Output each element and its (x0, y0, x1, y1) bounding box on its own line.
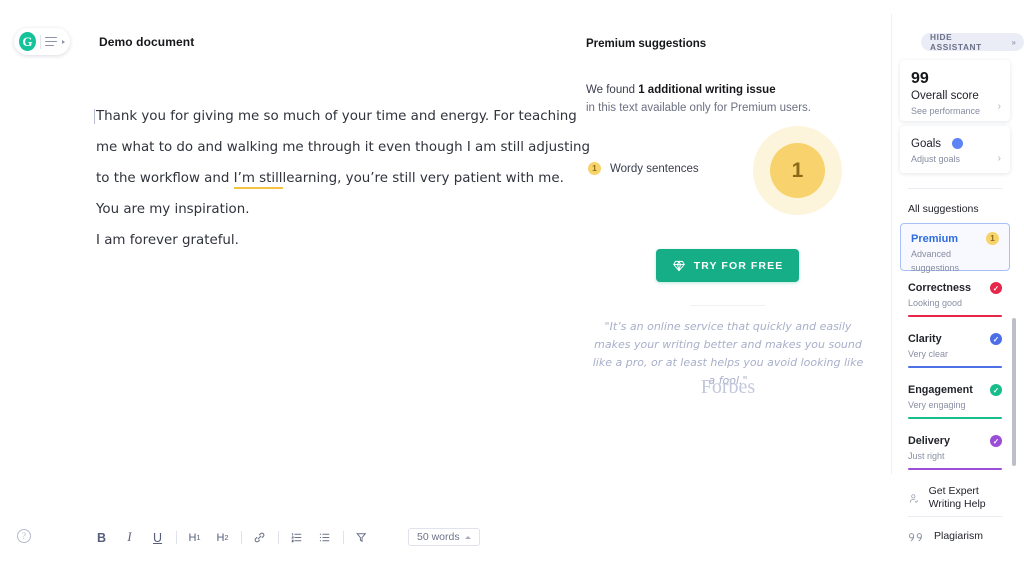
doc-line-2: me what to do and walking me through it … (96, 140, 591, 155)
sidebar-service-divider (908, 516, 1002, 517)
grammarly-editor-window: G Demo document Thank you for giving me … (0, 0, 1024, 574)
chevron-double-right-icon: » (1011, 37, 1017, 47)
category-status: Very engaging (908, 400, 966, 410)
category-bar (908, 468, 1002, 470)
expert-person-icon (909, 493, 919, 503)
clear-formatting-icon[interactable] (352, 528, 371, 547)
page-title: Demo document (99, 35, 195, 49)
expert-help-label: Get Expert Writing Help (928, 485, 986, 510)
sidebar-item-plagiarism[interactable]: Plagiarism (908, 528, 1004, 545)
sidebar-divider (891, 14, 892, 474)
sidebar-item-clarity[interactable]: Clarity Very clear ✓ (908, 332, 1002, 368)
premium-suggestions-panel: Premium suggestions We found 1 additiona… (586, 38, 876, 117)
underline-button[interactable]: U (148, 528, 167, 547)
doc-line-4: You are my inspiration. (96, 202, 250, 217)
issue-count-badge: 1 (588, 162, 601, 175)
overall-score-label: Overall score (911, 90, 979, 102)
adjust-goals-link[interactable]: Adjust goals (911, 152, 999, 166)
category-name: Correctness (908, 282, 972, 294)
issue-label: Wordy sentences (610, 162, 699, 175)
check-icon: ✓ (990, 333, 1002, 345)
bullet-list-icon[interactable] (315, 528, 334, 547)
sidebar-item-correctness[interactable]: Correctness Looking good ✓ (908, 281, 1002, 317)
app-logo-menu-pill[interactable]: G (14, 28, 70, 55)
check-icon: ✓ (990, 282, 1002, 294)
hide-assistant-button[interactable]: HIDE ASSISTANT » (921, 32, 1024, 52)
all-suggestions-heading: All suggestions (908, 203, 979, 215)
goals-card[interactable]: Goals Adjust goals › (900, 126, 1010, 173)
pill-divider (39, 34, 41, 49)
link-icon[interactable] (250, 528, 269, 547)
category-status: Just right (908, 451, 945, 461)
document-text-area[interactable]: Thank you for giving me so much of your … (94, 101, 591, 256)
premium-count-circle: 1 (770, 143, 825, 198)
try-for-free-button[interactable]: TRY FOR FREE (656, 249, 799, 282)
goals-indicator-dot (952, 138, 963, 149)
category-status: Very clear (908, 349, 949, 359)
grammarly-logo-icon[interactable]: G (19, 32, 36, 51)
category-name: Clarity (908, 333, 942, 345)
ordered-list-icon[interactable] (287, 528, 306, 547)
sidebar-section-divider (908, 188, 1002, 189)
plagiarism-label: Plagiarism (934, 530, 984, 542)
premium-found-subtext: in this text available only for Premium … (586, 102, 811, 114)
toolbar-divider-3 (278, 531, 279, 544)
doc-line-5: I am forever grateful. (96, 233, 239, 248)
word-count-control[interactable]: 50 words (408, 528, 480, 546)
doc-line-3: to the workflow and I’m stilllearning, y… (96, 163, 564, 194)
toolbar-divider-1 (176, 531, 177, 544)
suggestion-highlight[interactable]: I’m still (233, 171, 283, 189)
sidebar-scrollbar[interactable] (1012, 318, 1016, 466)
category-name: Delivery (908, 435, 951, 447)
chevron-right-icon: › (997, 101, 1001, 112)
try-for-free-label: TRY FOR FREE (693, 259, 784, 272)
chevron-right-icon: › (997, 153, 1001, 164)
quotation-marks-icon (908, 533, 922, 542)
italic-button[interactable]: I (120, 528, 139, 547)
toolbar-divider-2 (241, 531, 242, 544)
check-icon: ✓ (990, 384, 1002, 396)
premium-card-badge: 1 (986, 232, 999, 245)
sidebar-item-premium[interactable]: Premium Advanced suggestions 1 (900, 223, 1010, 273)
toolbar-divider-4 (343, 531, 344, 544)
premium-issue-row[interactable]: 1 Wordy sentences (588, 162, 699, 175)
formatting-toolbar: B I U H1 H2 (92, 528, 380, 547)
category-bar (908, 417, 1002, 419)
diamond-icon (672, 260, 685, 271)
overall-score-value: 99 (911, 70, 929, 87)
bold-button[interactable]: B (92, 528, 111, 547)
check-icon: ✓ (990, 435, 1002, 447)
chevron-right-icon[interactable] (62, 39, 65, 44)
word-count-label: 50 words (417, 531, 460, 543)
heading2-button[interactable]: H2 (213, 528, 232, 547)
premium-count-halo: 1 (753, 126, 842, 215)
premium-panel-title: Premium suggestions (586, 38, 707, 50)
premium-found-text: We found 1 additional writing issue in t… (586, 81, 876, 117)
category-bar (908, 315, 1002, 317)
sidebar-item-expert-help[interactable]: Get Expert Writing Help (908, 485, 1004, 511)
category-name: Engagement (908, 384, 973, 396)
sidebar-item-delivery[interactable]: Delivery Just right ✓ (908, 434, 1002, 470)
category-bar (908, 366, 1002, 368)
heading1-button[interactable]: H1 (185, 528, 204, 547)
overall-score-card[interactable]: 99 Overall score See performance › (900, 60, 1010, 121)
document-menu-icon[interactable] (44, 36, 57, 47)
caret-up-icon (464, 535, 471, 539)
premium-issue-count: 1 additional writing issue (638, 84, 776, 96)
doc-line-1: Thank you for giving me so much of your … (94, 109, 577, 124)
hide-assistant-label: HIDE ASSISTANT (930, 32, 982, 52)
premium-card-sub: Advanced suggestions (911, 249, 960, 273)
quote-divider (690, 305, 765, 306)
category-status: Looking good (908, 298, 963, 308)
sidebar-item-engagement[interactable]: Engagement Very engaging ✓ (908, 383, 1002, 419)
testimonial-source: Forbes (700, 376, 756, 398)
help-icon[interactable]: ? (17, 529, 31, 543)
see-performance-link[interactable]: See performance (911, 104, 999, 118)
